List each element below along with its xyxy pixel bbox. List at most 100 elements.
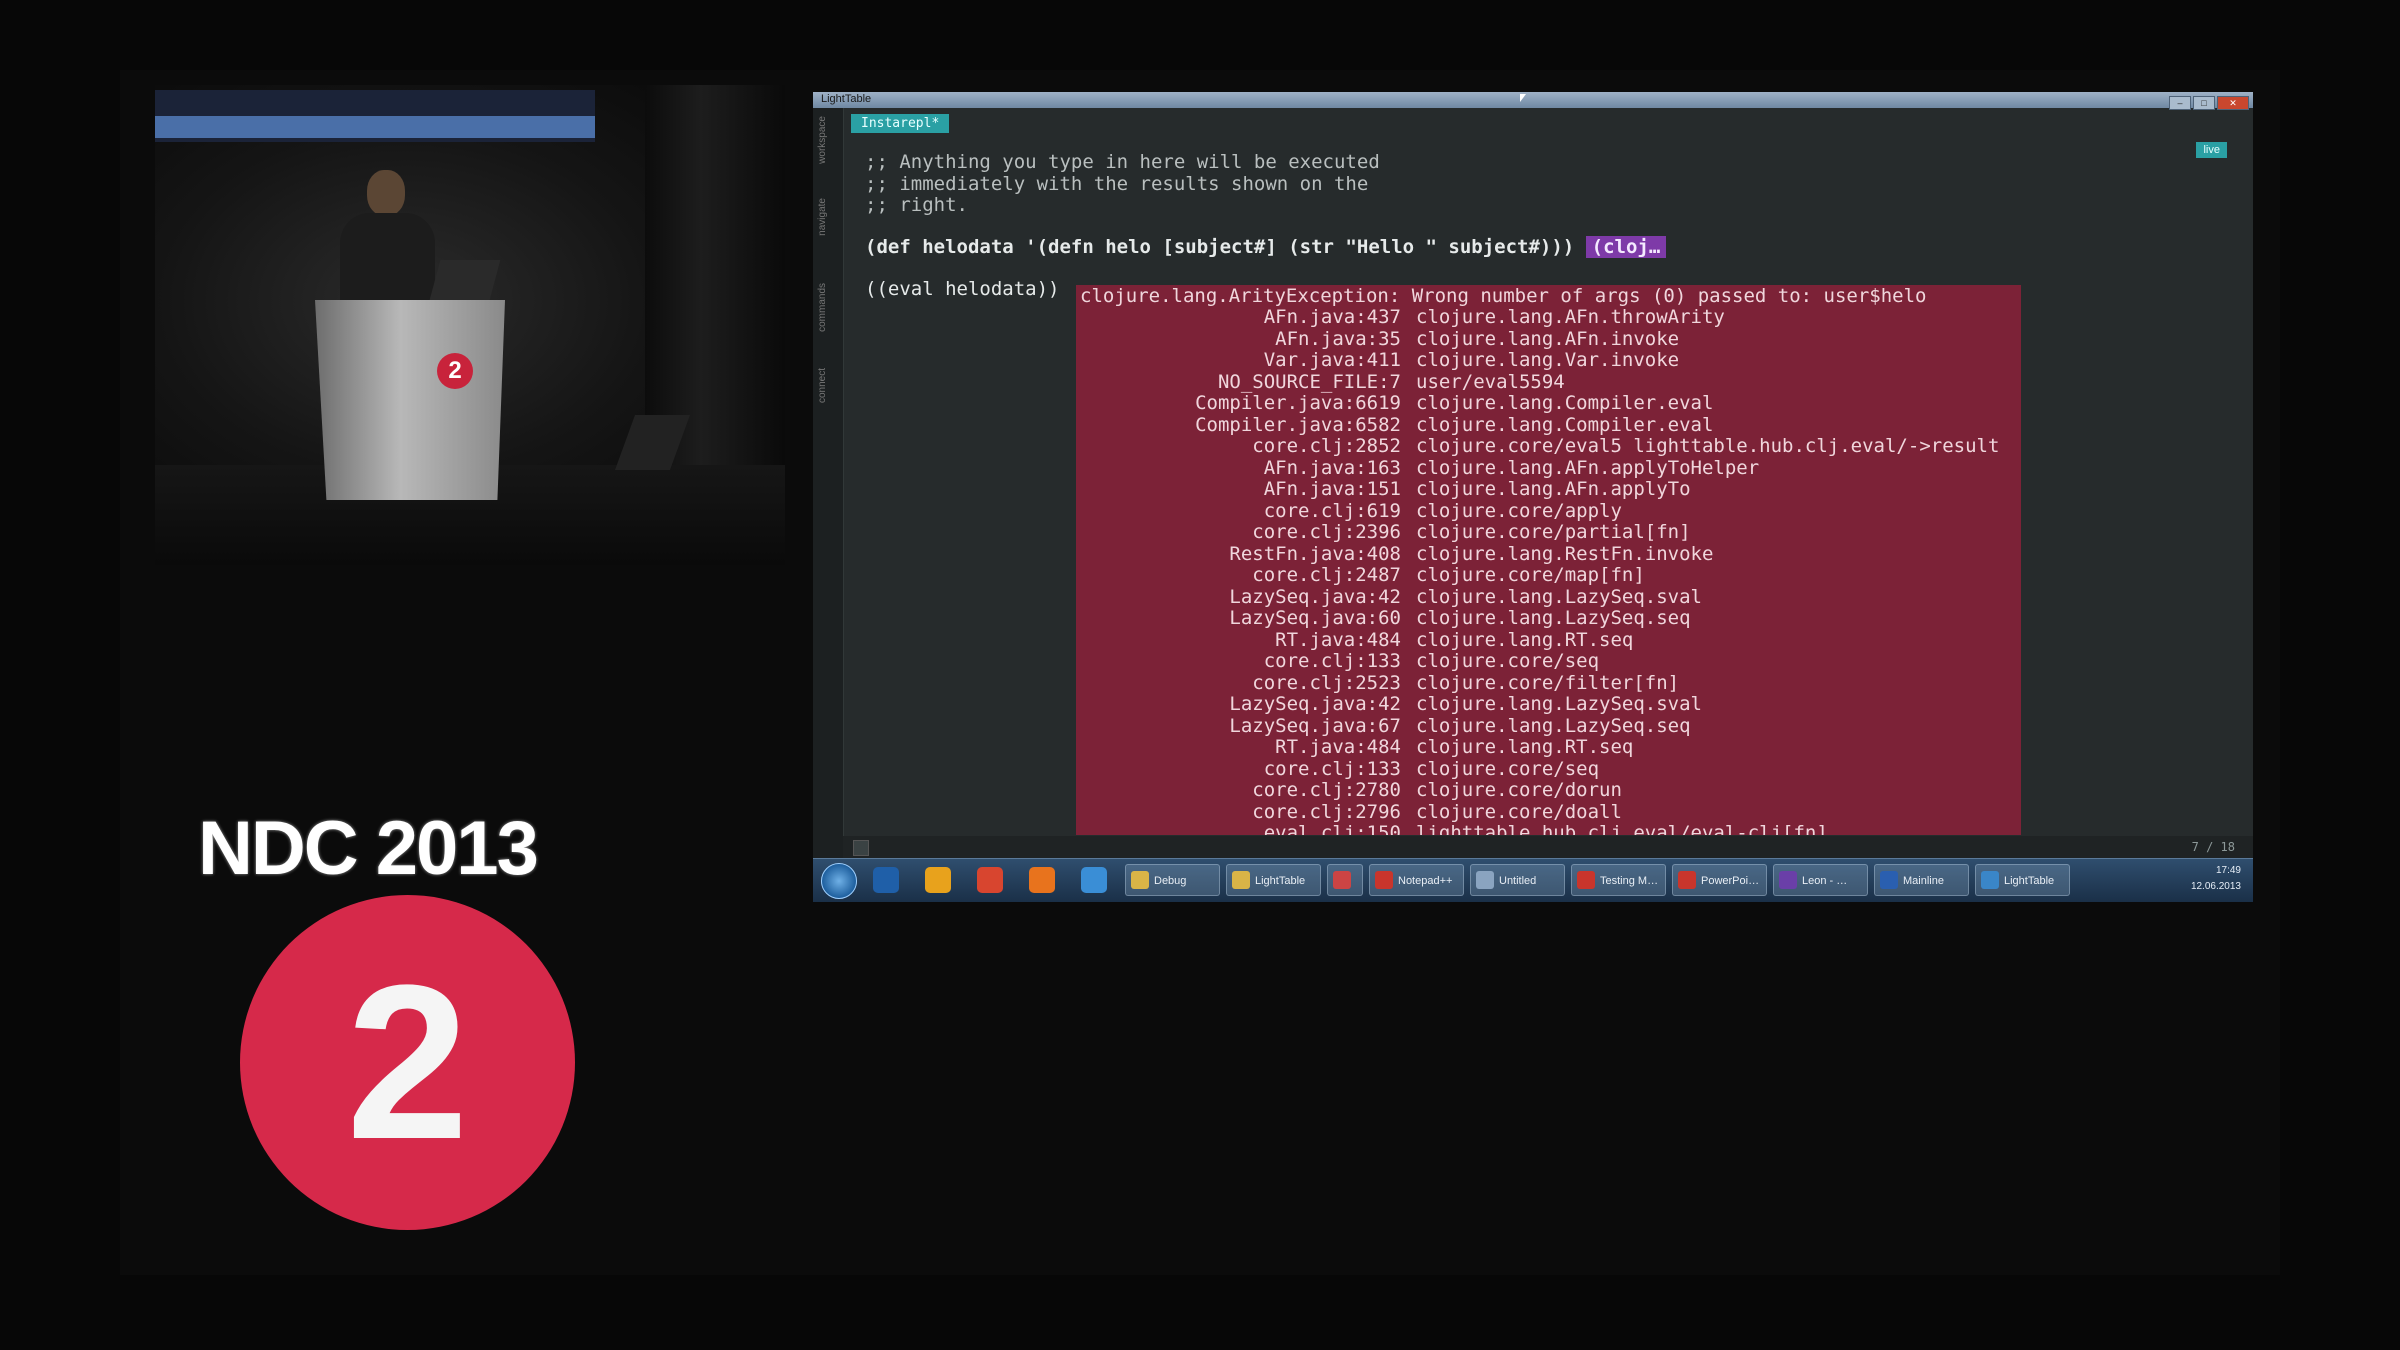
stack-frame: eval.clj:150 lighttable.hub.clj.eval/eval… — [1076, 822, 2021, 835]
stack-frame: core.clj:2852 clojure.core/eval5 lighttab… — [1076, 435, 2021, 458]
stack-frame: RT.java:484 clojure.lang.RT.seq — [1076, 736, 2021, 759]
clock-date[interactable]: 12.06.2013 — [2131, 879, 2241, 895]
sidebar-item-navigate[interactable]: navigate — [817, 198, 839, 236]
app-icon — [1577, 871, 1595, 889]
comment-block: ;; Anything you type in here will be exe… — [865, 151, 2215, 217]
stack-frame-location: LazySeq.java:67 — [1229, 714, 1401, 737]
lighttable-window: LightTable – □ ✕ workspace navigate comman… — [813, 92, 2253, 902]
stack-frame-function: clojure.lang.Compiler.eval — [1416, 392, 1714, 414]
minimize-button[interactable]: – — [2169, 96, 2191, 110]
app-icon — [1131, 871, 1149, 889]
ie-icon[interactable] — [1081, 867, 1107, 893]
stack-frame-function: user/eval5594 — [1416, 370, 1565, 393]
taskbar-task-button[interactable]: LightTable — [1975, 864, 2070, 896]
podium — [315, 300, 505, 500]
taskbar-task-label: Mainline — [1903, 875, 1944, 887]
speaker-head — [367, 170, 405, 216]
stack-frame-location: core.clj:133 — [1263, 757, 1401, 780]
taskbar-task-label: PowerPoi… — [1701, 875, 1760, 887]
left-sidebar: workspace navigate commands connect — [813, 108, 844, 858]
stack-frame: core.clj:2487 clojure.core/map[fn] — [1076, 564, 2021, 587]
inline-result[interactable]: (cloj… — [1585, 236, 1667, 258]
stack-frame: Var.java:411 clojure.lang.Var.invoke — [1076, 349, 2021, 372]
panel-toggle-button[interactable] — [853, 840, 869, 856]
stack-frame-function: clojure.core/seq — [1416, 757, 1600, 780]
stack-frame-function: clojure.lang.LazySeq.sval — [1416, 585, 1702, 608]
stack-frame-function: clojure.lang.AFn.invoke — [1416, 327, 1680, 350]
stack-frame-location: core.clj:2780 — [1252, 779, 1401, 801]
stack-frame-location: core.clj:2396 — [1252, 521, 1401, 543]
tab-instarepl[interactable]: Instarepl* — [851, 114, 950, 133]
taskbar-task-button[interactable] — [1327, 864, 1363, 896]
taskbar-task-button[interactable]: Mainline — [1874, 864, 1969, 896]
stack-frame: core.clj:133 clojure.core/seq — [1076, 650, 2021, 673]
error-result-panel[interactable]: clojure.lang.ArityException: Wrong numbe… — [1076, 285, 2021, 835]
stack-frame-location: core.clj:2852 — [1252, 435, 1401, 457]
stack-frame: LazySeq.java:42 clojure.lang.LazySeq.sval — [1076, 585, 2021, 609]
stack-frame-location: RT.java:484 — [1275, 628, 1401, 651]
stack-frame-function: clojure.lang.LazySeq.seq — [1416, 607, 1691, 629]
sidebar-item-workspace[interactable]: workspace — [817, 116, 839, 164]
outlook-icon[interactable] — [873, 867, 899, 893]
stack-frame: Compiler.java:6582 clojure.lang.Compiler.… — [1076, 413, 2021, 437]
start-button[interactable] — [821, 863, 857, 899]
stack-frame: core.clj:2523 clojure.core/filter[fn] — [1076, 672, 2021, 695]
error-message: clojure.lang.ArityException: Wrong numbe… — [1080, 285, 1927, 307]
clock-time[interactable]: 17:49 — [2131, 863, 2241, 879]
sticky-icon[interactable] — [925, 867, 951, 893]
taskbar-task-button[interactable]: LightTable — [1226, 864, 1321, 896]
stack-frame-function: clojure.lang.AFn.throwArity — [1416, 306, 1725, 328]
window-titlebar[interactable]: LightTable – □ ✕ — [813, 92, 2253, 110]
stack-frame: LazySeq.java:67 clojure.lang.LazySeq.seq — [1076, 714, 2021, 738]
taskbar-task-button[interactable]: Debug — [1125, 864, 1220, 896]
taskbar-task-button[interactable]: Untitled — [1470, 864, 1565, 896]
app-icon — [1476, 871, 1494, 889]
speaker-video: 2 — [155, 85, 785, 565]
stack-frame: core.clj:133 clojure.core/seq — [1076, 757, 2021, 781]
stack-frame: AFn.java:151 clojure.lang.AFn.applyTo — [1076, 478, 2021, 501]
chrome-icon[interactable] — [977, 867, 1003, 893]
stack-frame-function: clojure.lang.AFn.applyTo — [1416, 478, 1691, 500]
stack-frame-function: clojure.core/seq — [1416, 650, 1600, 672]
taskbar-task-label: LightTable — [1255, 875, 1306, 887]
stack-frame-function: clojure.lang.RestFn.invoke — [1416, 542, 1714, 565]
stack-frame-location: core.clj:2487 — [1252, 564, 1401, 586]
stack-frame-location: Compiler.java:6619 — [1195, 392, 1401, 414]
taskbar-task-button[interactable]: PowerPoi… — [1672, 864, 1767, 896]
stack-frame-function: clojure.lang.RT.seq — [1416, 736, 1634, 758]
sidebar-item-connect[interactable]: connect — [817, 368, 839, 403]
taskbar-task-button[interactable]: Leon - … — [1773, 864, 1868, 896]
taskbar-task-label: Leon - … — [1802, 875, 1848, 887]
def-code: (def helodata '(defn helo [subject#] (st… — [865, 236, 1575, 258]
stack-frame: LazySeq.java:60 clojure.lang.LazySeq.seq — [1076, 607, 2021, 630]
taskbar-task-button[interactable]: Testing M… — [1571, 864, 1666, 896]
stack-frame: Compiler.java:6619 clojure.lang.Compiler.… — [1076, 392, 2021, 415]
speaker-body — [340, 213, 435, 308]
taskbar-task-button[interactable]: Notepad++ — [1369, 864, 1464, 896]
taskbar-task-label: Testing M… — [1600, 875, 1659, 887]
stack-frame: RestFn.java:408 clojure.lang.RestFn.invok… — [1076, 542, 2021, 566]
stack-frame-location: core.clj:133 — [1263, 650, 1401, 672]
windows-taskbar: Debug LightTable Notepad++ Untitled Testing … — [813, 858, 2253, 902]
stack-frame-function: clojure.core/partial[fn] — [1416, 521, 1691, 543]
sidebar-item-commands[interactable]: commands — [817, 283, 839, 332]
code-line-eval[interactable]: ((eval helodata)) — [865, 278, 1059, 300]
app-icon — [1678, 871, 1696, 889]
stack-frame: AFn.java:35 clojure.lang.AFn.invoke — [1076, 327, 2021, 351]
close-button[interactable]: ✕ — [2217, 96, 2249, 110]
system-tray: 17:49 12.06.2013 — [2131, 863, 2241, 899]
stack-frame-location: LazySeq.java:60 — [1229, 607, 1401, 629]
maximize-button[interactable]: □ — [2193, 96, 2215, 110]
stack-frame-function: clojure.lang.Var.invoke — [1416, 349, 1680, 371]
stack-trace: AFn.java:437 clojure.lang.AFn.throwArity A… — [1076, 306, 2021, 835]
room-badge: 2 — [240, 895, 575, 1230]
stack-frame-location: Compiler.java:6582 — [1195, 413, 1401, 436]
cursor-position: 7 / 18 — [2191, 840, 2235, 854]
firefox-icon[interactable] — [1029, 867, 1055, 893]
comment-line: ;; Anything you type in here will be exe… — [865, 151, 1380, 173]
app-icon — [1375, 871, 1393, 889]
taskbar-task-label: Untitled — [1499, 875, 1537, 887]
code-line-def[interactable]: (def helodata '(defn helo [subject#] (st… — [865, 236, 1667, 258]
stack-frame-location: eval.clj:150 — [1263, 822, 1401, 835]
stack-frame-location: AFn.java:437 — [1263, 306, 1401, 328]
